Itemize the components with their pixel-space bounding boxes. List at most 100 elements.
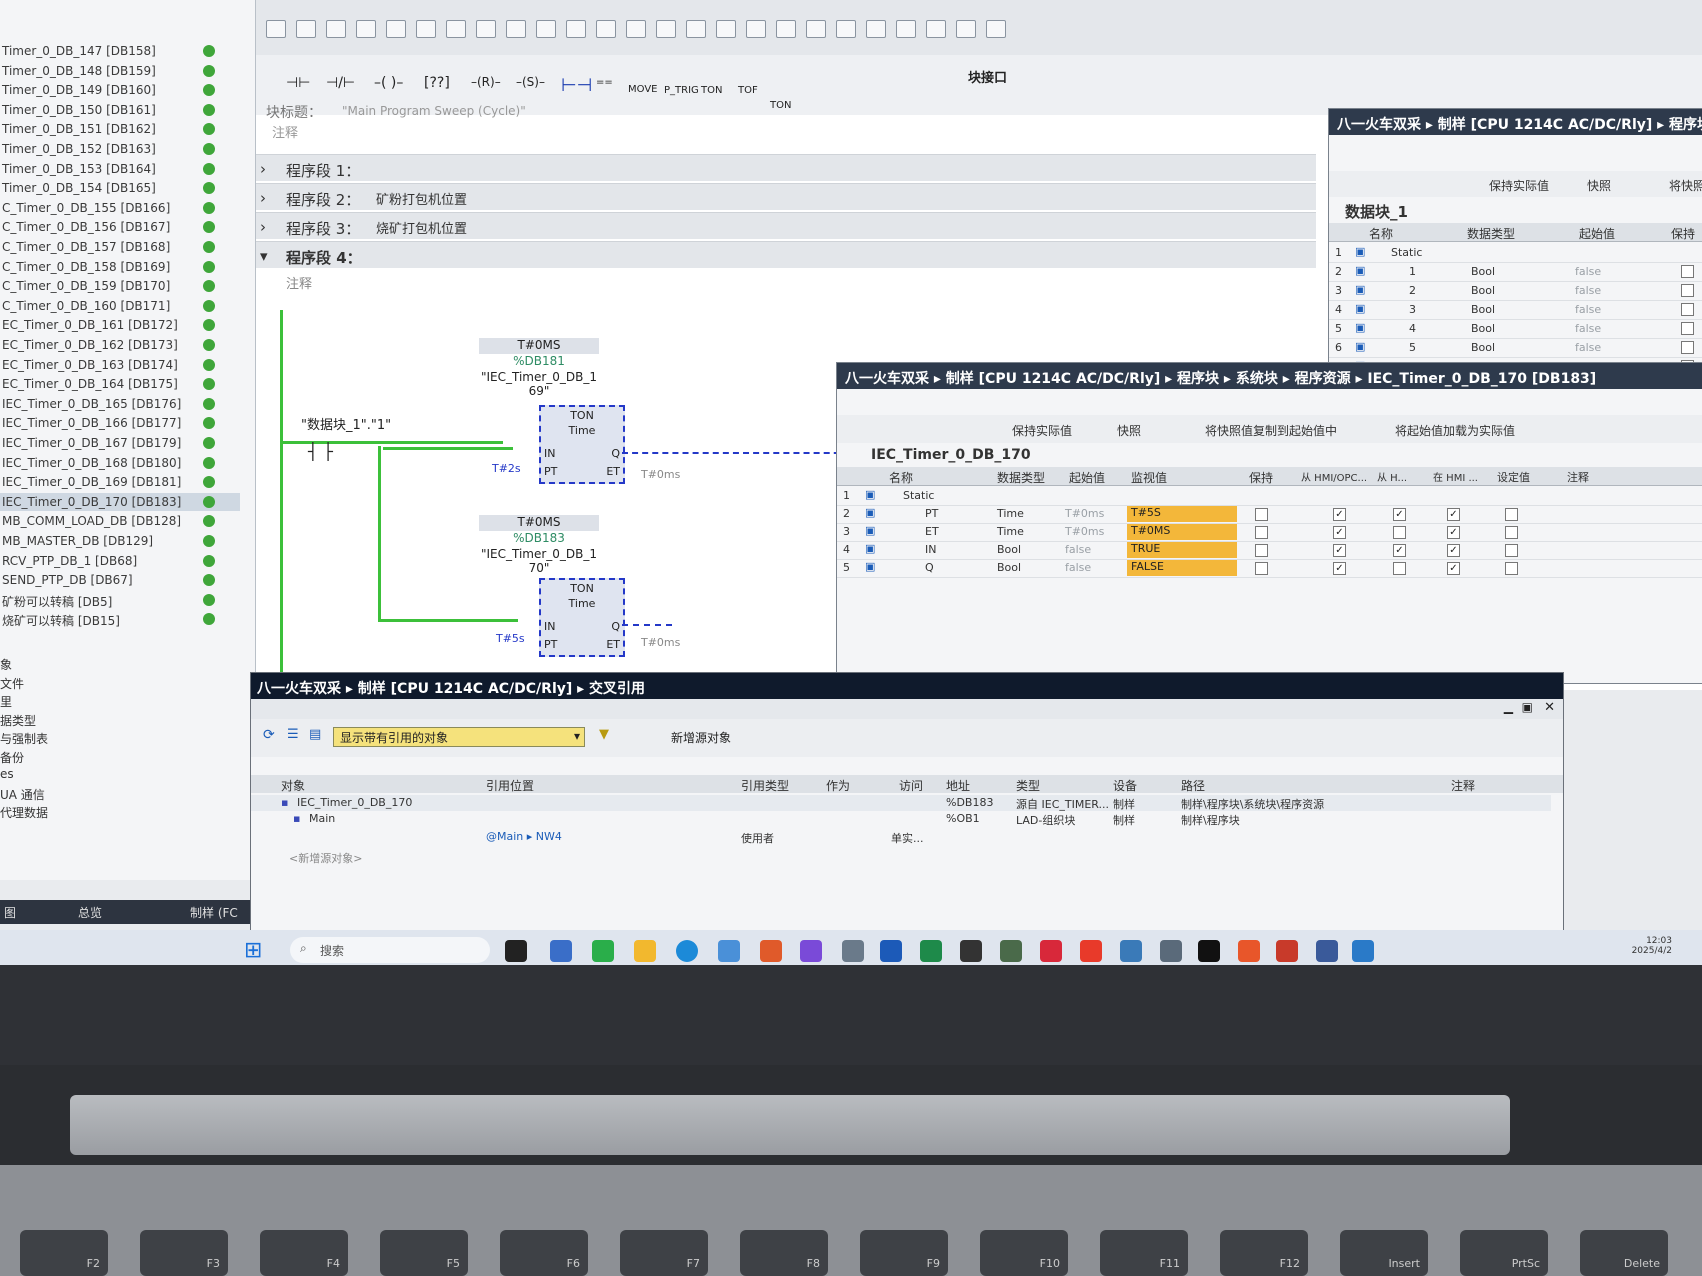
option-checkbox[interactable]: ✓ (1333, 544, 1346, 557)
toolbar-icon[interactable] (806, 20, 826, 38)
tree-item[interactable]: EC_Timer_0_DB_162 [DB173] (0, 336, 240, 354)
block-title-value[interactable]: "Main Program Sweep (Cycle)" (342, 104, 526, 118)
var-type[interactable]: Bool (997, 543, 1021, 556)
table-row[interactable]: 4 ▣ 3 Bool false (1329, 300, 1702, 320)
app-icon[interactable] (1352, 940, 1374, 962)
tree-item[interactable]: MB_MASTER_DB [DB129] (0, 532, 240, 550)
compare-icon[interactable]: == (596, 77, 613, 88)
branch-icon[interactable]: ⊢⊣ (561, 75, 592, 96)
task-view-icon[interactable] (505, 940, 527, 962)
var-type[interactable]: Time (997, 525, 1024, 538)
tree-item[interactable]: Timer_0_DB_153 [DB164] (0, 160, 240, 178)
instr-ton-2[interactable]: TON (770, 100, 791, 111)
table-row[interactable]: 6 ▣ 5 Bool false (1329, 338, 1702, 358)
option-checkbox[interactable] (1255, 544, 1268, 557)
tree-folder[interactable]: 里 (0, 693, 12, 711)
windows-start-icon[interactable]: ⊞ (244, 938, 262, 963)
refresh-icon[interactable]: ⟳ (263, 727, 275, 743)
table-row[interactable]: 3 ▣ 2 Bool false (1329, 281, 1702, 301)
option-checkbox[interactable] (1393, 526, 1406, 539)
table-row[interactable]: 2 ▣ PT Time T#0ms T#5S ✓ ✓ ✓ (837, 505, 1702, 524)
tree-item[interactable]: Timer_0_DB_151 [DB162] (0, 120, 240, 138)
table-row[interactable]: @Main ▸ NW4 使用者 单实... (251, 829, 1551, 845)
tree-item[interactable]: Timer_0_DB_149 [DB160] (0, 81, 240, 99)
lad-set-coil-icon[interactable]: –(S)– (516, 75, 545, 89)
network-3[interactable]: › 程序段 3： 烧矿打包机位置 (256, 212, 1316, 239)
instr-ton[interactable]: TON (701, 85, 722, 96)
tree-item[interactable]: IEC_Timer_0_DB_166 [DB177] (0, 414, 240, 432)
xref-location[interactable]: @Main ▸ NW4 (486, 830, 562, 843)
option-checkbox[interactable] (1255, 526, 1268, 539)
tree-item[interactable]: C_Timer_0_DB_156 [DB167] (0, 218, 240, 236)
var-type[interactable]: Bool (1471, 303, 1495, 316)
tree-folder[interactable]: 象 (0, 656, 12, 674)
toolbar-icon[interactable] (536, 20, 556, 38)
option-checkbox[interactable]: ✓ (1393, 508, 1406, 521)
copy-snapshot-button[interactable]: 将快照值复制到起始值中 (1205, 422, 1337, 439)
option-checkbox[interactable] (1255, 562, 1268, 575)
var-name[interactable]: 1 (1409, 265, 1416, 278)
wechat-icon[interactable] (592, 940, 614, 962)
var-name[interactable]: 2 (1409, 284, 1416, 297)
contact-tag[interactable]: "数据块_1"."1" (301, 414, 391, 433)
list-icon[interactable]: ☰ (287, 727, 299, 742)
tree-item[interactable]: C_Timer_0_DB_155 [DB166] (0, 199, 240, 217)
tree-folder[interactable]: es (0, 767, 14, 785)
toolbar-icon[interactable] (566, 20, 586, 38)
mail-icon[interactable] (718, 940, 740, 962)
option-checkbox[interactable] (1505, 544, 1518, 557)
option-checkbox[interactable]: ✓ (1447, 544, 1460, 557)
toolbar-icon[interactable] (266, 20, 286, 38)
word-icon[interactable] (880, 940, 902, 962)
app-icon[interactable] (1276, 940, 1298, 962)
lad-coil-icon[interactable]: –( )– (374, 75, 403, 91)
option-checkbox[interactable] (1505, 526, 1518, 539)
tree-item[interactable]: 矿粉可以转稿 [DB5] (0, 591, 240, 609)
var-name[interactable]: IN (925, 543, 936, 556)
chevron-down-icon[interactable]: ▾ (574, 729, 580, 743)
retain-checkbox[interactable] (1681, 265, 1694, 278)
option-checkbox[interactable]: ✓ (1333, 562, 1346, 575)
option-checkbox[interactable] (1393, 562, 1406, 575)
tab-overview[interactable]: 总览 (78, 904, 102, 921)
table-row[interactable]: <新增源对象> (251, 849, 1551, 865)
table-row[interactable]: 3 ▣ ET Time T#0ms T#0MS ✓ ✓ (837, 523, 1702, 542)
table-row[interactable]: 5 ▣ 4 Bool false (1329, 319, 1702, 339)
xref-object[interactable]: Main (309, 812, 335, 825)
tree-item[interactable]: Timer_0_DB_152 [DB163] (0, 140, 240, 158)
var-start[interactable]: false (1575, 284, 1601, 297)
expand-arrow-icon[interactable]: › (260, 189, 266, 207)
timer2-box[interactable]: TON Time IN PT Q ET (539, 578, 625, 657)
var-type[interactable]: Bool (1471, 284, 1495, 297)
tree-folder[interactable]: 文件 (0, 675, 24, 693)
app-icon[interactable] (1040, 940, 1062, 962)
timer2-name[interactable]: "IEC_Timer_0_DB_170" (479, 547, 599, 575)
tree-item[interactable]: Timer_0_DB_147 [DB158] (0, 42, 240, 60)
visual-studio-icon[interactable] (800, 940, 822, 962)
tree-folder[interactable]: 据类型 (0, 712, 36, 730)
tree-folder[interactable]: 与强制表 (0, 730, 48, 748)
block-interface-label[interactable]: 块接口 (968, 67, 1007, 86)
calculator-icon[interactable] (842, 940, 864, 962)
tree-item[interactable]: SEND_PTP_DB [DB67] (0, 571, 240, 589)
option-checkbox[interactable] (1505, 508, 1518, 521)
var-type[interactable]: Bool (1471, 265, 1495, 278)
lad-box-icon[interactable]: [??] (424, 75, 450, 91)
var-type[interactable]: Bool (997, 561, 1021, 574)
collapse-arrow-icon[interactable]: ▾ (260, 247, 268, 265)
timer2-pt[interactable]: T#5s (496, 632, 525, 645)
var-start[interactable]: T#0ms (1065, 507, 1104, 520)
toolbar-icon[interactable] (896, 20, 916, 38)
app-icon[interactable] (760, 940, 782, 962)
var-name[interactable]: ET (925, 525, 939, 538)
tree-item[interactable]: MB_COMM_LOAD_DB [DB128] (0, 512, 240, 530)
var-name[interactable]: Static (1391, 246, 1422, 259)
warning-app-icon[interactable] (1080, 940, 1102, 962)
instr-move[interactable]: MOVE (628, 84, 657, 95)
lad-nc-contact-icon[interactable]: ⊣/⊢ (326, 75, 355, 91)
table-row[interactable]: 1 ▣ Static (837, 487, 1702, 506)
tree-folder[interactable]: 备份 (0, 749, 24, 767)
snapshot-button[interactable]: 快照 (1117, 422, 1141, 439)
retain-checkbox[interactable] (1681, 341, 1694, 354)
tiktok-icon[interactable] (1198, 940, 1220, 962)
